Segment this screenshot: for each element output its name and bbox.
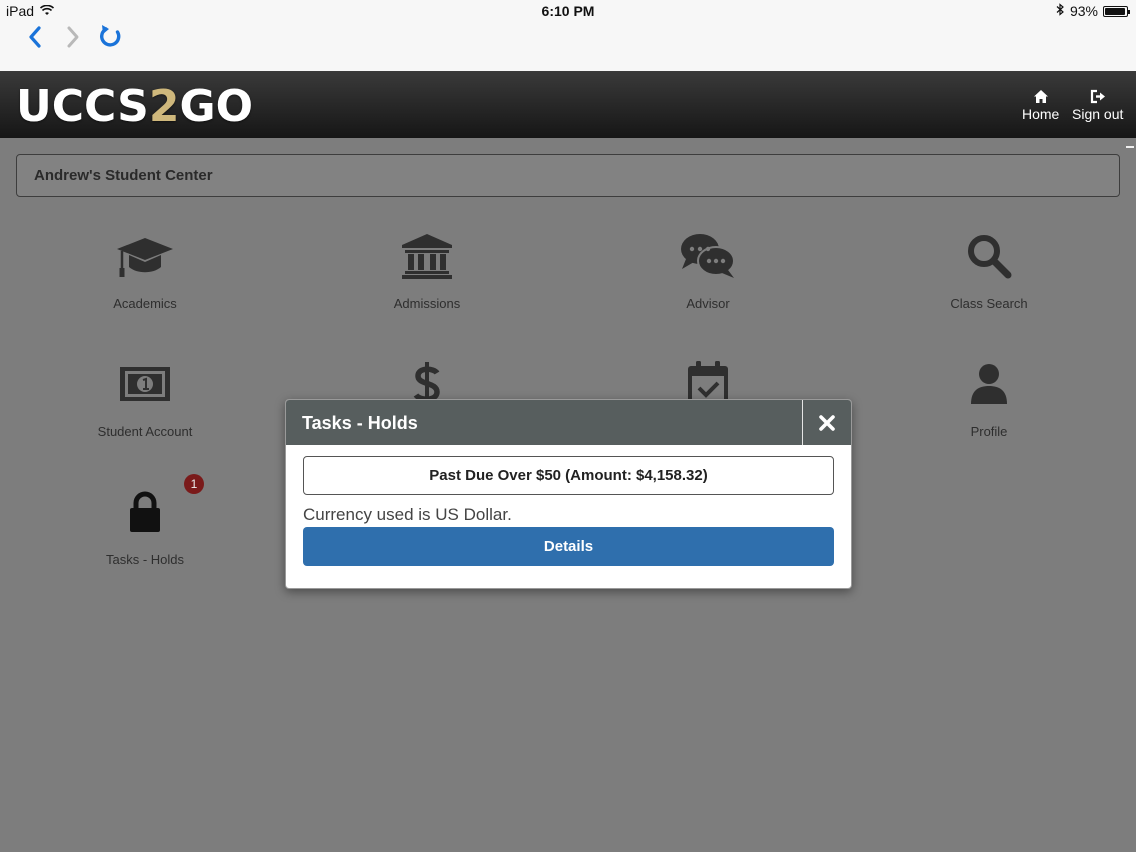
home-label: Home (1022, 106, 1060, 122)
close-icon (819, 414, 835, 431)
chevron-left-icon (29, 26, 41, 48)
search-icon (957, 228, 1021, 284)
tile-label: Profile (970, 424, 1008, 439)
tile-academics[interactable]: Academics (45, 228, 245, 311)
holds-count-badge: 1 (184, 474, 204, 494)
tile-tasks-holds[interactable]: Tasks - Holds (45, 484, 245, 567)
home-link[interactable]: Home (1022, 89, 1059, 122)
student-center-title: Andrew's Student Center (34, 167, 213, 184)
forward-button[interactable] (55, 22, 91, 52)
tile-advisor[interactable]: Advisor (608, 228, 808, 311)
battery-icon (1103, 5, 1130, 17)
tile-label: Class Search (950, 296, 1028, 311)
graduation-cap-icon (113, 228, 177, 284)
chat-bubbles-icon (676, 228, 740, 284)
hold-item-button[interactable]: Past Due Over $50 (Amount: $4,158.32) (303, 456, 834, 495)
sign-out-link[interactable]: Sign out (1072, 89, 1123, 122)
reload-button[interactable] (93, 22, 129, 52)
sign-out-label: Sign out (1072, 106, 1124, 122)
home-icon (1033, 90, 1048, 103)
bluetooth-icon (1056, 3, 1065, 19)
logo-text-2: 2 (148, 81, 180, 132)
app-header: UCCS2GO Home Sign out (0, 71, 1136, 138)
tile-label: Advisor (686, 296, 730, 311)
lock-icon (113, 484, 177, 540)
browser-toolbar (0, 22, 1136, 71)
tile-student-account[interactable]: Student Account (45, 356, 245, 439)
battery-percent: 93% (1069, 3, 1098, 19)
chevron-right-icon (67, 26, 79, 48)
uccs2go-logo[interactable]: UCCS2GO (16, 81, 253, 132)
institution-icon (395, 228, 459, 284)
sign-out-icon (1091, 89, 1106, 104)
money-bill-icon (113, 356, 177, 412)
student-center-bar[interactable]: Andrew's Student Center (16, 154, 1120, 197)
device-name: iPad (6, 3, 35, 19)
back-button[interactable] (17, 22, 53, 52)
tile-label: Academics (113, 296, 177, 311)
tasks-holds-dialog: Tasks - Holds Past Due Over $50 (Amount:… (285, 399, 852, 589)
battery-fill (1105, 7, 1125, 15)
tile-label: Tasks - Holds (105, 552, 185, 567)
tile-label: Admissions (393, 296, 461, 311)
reload-icon (100, 25, 121, 47)
wifi-icon (39, 3, 55, 19)
tile-profile[interactable]: Profile (889, 356, 1089, 439)
logo-text-uccs: UCCS (16, 81, 149, 132)
close-button[interactable] (802, 400, 851, 445)
tile-label: Student Account (97, 424, 193, 439)
currency-note: Currency used is US Dollar. (303, 505, 512, 524)
tile-class-search[interactable]: Class Search (889, 228, 1089, 311)
tile-admissions[interactable]: Admissions (327, 228, 527, 311)
scroll-indicator (1126, 146, 1134, 148)
status-bar: iPad 6:10 PM 93% (0, 0, 1136, 22)
status-time: 6:10 PM (541, 3, 595, 19)
dialog-title: Tasks - Holds (302, 413, 418, 433)
user-icon (957, 356, 1021, 412)
details-button[interactable]: Details (303, 527, 834, 566)
dialog-header: Tasks - Holds (286, 400, 851, 445)
logo-text-go: GO (179, 81, 253, 132)
